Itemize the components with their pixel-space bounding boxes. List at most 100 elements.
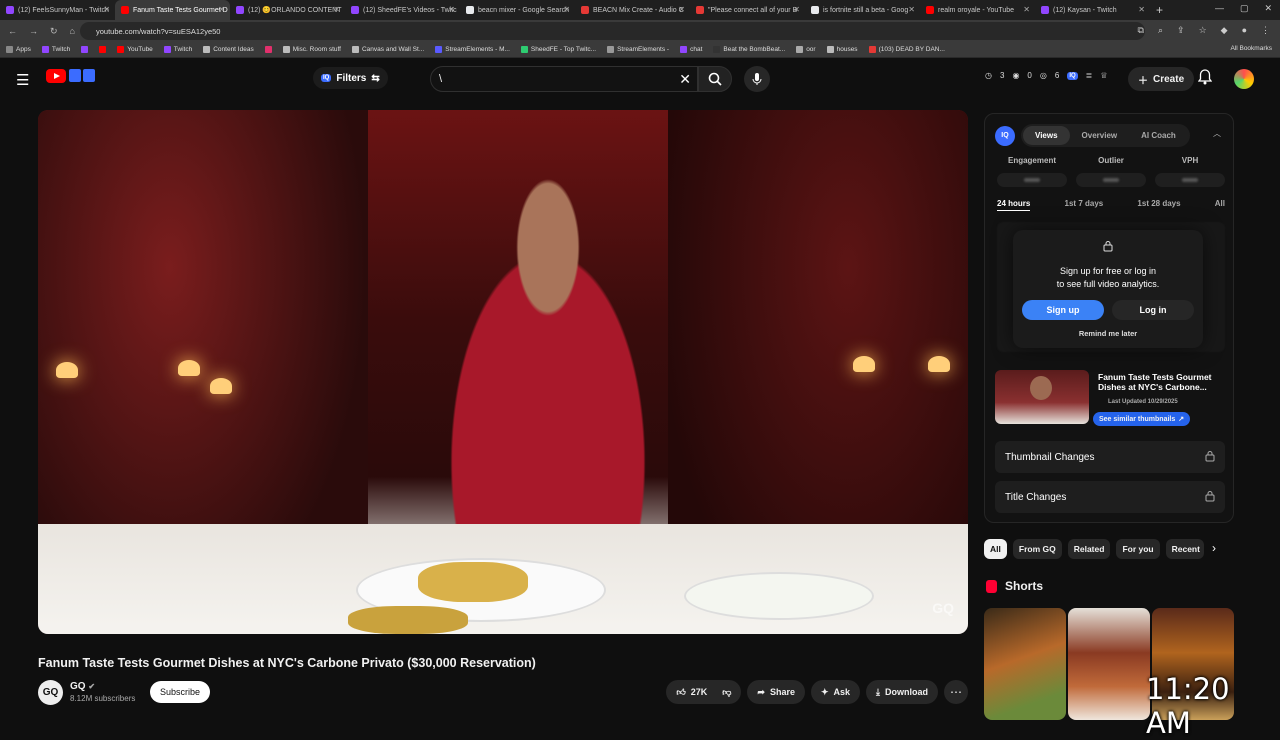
notifications-bell-icon[interactable] (1197, 69, 1213, 88)
bookmark-item[interactable]: Twitch (41, 46, 70, 53)
filters-button[interactable]: IQ Filters ⇆ (313, 67, 388, 89)
all-bookmarks-button[interactable]: All Bookmarks (1230, 45, 1272, 52)
chip-related[interactable]: Related (1067, 539, 1111, 559)
bookmark-item[interactable]: Twitch (163, 46, 192, 53)
download-button[interactable]: ⤓ Download (866, 680, 938, 704)
bookmark-item[interactable]: houses (826, 46, 858, 53)
range-24-hours[interactable]: 24 hours (997, 199, 1031, 211)
thumbnail-changes-row[interactable]: Thumbnail Changes (995, 441, 1225, 473)
browser-tab[interactable]: (12) 😊ORLANDO CONTENT ✕ (230, 0, 345, 20)
hand-icon[interactable] (83, 69, 95, 82)
more-actions-button[interactable]: ⋯ (944, 680, 968, 704)
tab-overview[interactable]: Overview (1070, 126, 1130, 145)
maximize-icon[interactable]: ▢ (1240, 3, 1249, 14)
profile-icon[interactable]: ● (1242, 25, 1247, 36)
bookmark-item[interactable]: StreamElements - (607, 46, 669, 53)
like-button[interactable]: 👍︎ 27K 👎︎ (666, 680, 742, 704)
close-tab-icon[interactable]: ✕ (1138, 5, 1145, 14)
bookmark-item[interactable]: Content Ideas (203, 46, 254, 53)
chip-all[interactable]: All (984, 539, 1007, 559)
range-7-days[interactable]: 1st 7 days (1065, 199, 1104, 211)
bookmark-item[interactable]: Beat the BombBeat... (713, 46, 785, 53)
channel-avatar[interactable]: GQ (38, 680, 63, 705)
tab-views[interactable]: Views (1023, 126, 1070, 145)
close-window-icon[interactable]: ✕ (1264, 3, 1272, 14)
close-tab-icon[interactable]: ✕ (103, 5, 110, 14)
extension-stats[interactable]: ◷ 3 ◉ 0 ◎ 6 IQ ≣ ♕ (985, 71, 1108, 80)
collapse-chevron-icon[interactable]: ︿ (1213, 128, 1221, 139)
close-tab-icon[interactable]: ✕ (448, 5, 455, 14)
short-thumbnail[interactable] (984, 608, 1066, 720)
extension-icon[interactable]: ◆ (1221, 25, 1228, 36)
bookmark-item[interactable]: Apps (6, 46, 31, 53)
zoom-icon[interactable]: ⌕ (1158, 25, 1163, 36)
remind-later-link[interactable]: Remind me later (1013, 329, 1203, 338)
ask-button[interactable]: ✦ Ask (810, 680, 861, 704)
browser-tab[interactable]: realm oroyale - YouTube ✕ (920, 0, 1035, 20)
browser-tab[interactable]: (12) FeelsSunnyMan - Twitch ✕ (0, 0, 115, 20)
home-icon[interactable]: ⌂ (70, 26, 75, 36)
close-tab-icon[interactable]: ✕ (218, 5, 225, 14)
browser-tab[interactable]: BEACN Mix Create - Audio C ✕ (575, 0, 690, 20)
bookmark-item[interactable] (99, 46, 107, 53)
browser-tab[interactable]: (12) SheedFE's Videos - Twitc ✕ (345, 0, 460, 20)
browser-tab[interactable]: "Please connect all of your B ✕ (690, 0, 805, 20)
clear-search-icon[interactable]: ✕ (679, 71, 691, 88)
create-button[interactable]: ＋ Create (1128, 67, 1195, 91)
bookmark-item[interactable]: (103) DEAD BY DAN... (868, 46, 945, 53)
url-field[interactable]: youtube.com/watch?v=suESA12ye50 (80, 22, 1145, 40)
range-28-days[interactable]: 1st 28 days (1137, 199, 1180, 211)
bookmark-item[interactable]: YouTube (117, 46, 153, 53)
star-icon[interactable]: ☆ (1199, 25, 1207, 36)
browser-tab[interactable]: Fanum Taste Tests Gourmet D ✕ (115, 0, 230, 20)
list-icon[interactable]: ≣ (1086, 71, 1093, 80)
iq-icon[interactable]: IQ (1067, 71, 1078, 80)
back-icon[interactable]: ← (8, 26, 17, 36)
share-icon[interactable]: ⇪ (1177, 25, 1185, 36)
search-button[interactable] (698, 66, 732, 92)
chip-recent[interactable]: Recent (1165, 539, 1204, 559)
browser-tab[interactable]: beacn mixer - Google Search ✕ (460, 0, 575, 20)
subscribe-button[interactable]: Subscribe (150, 681, 211, 703)
forward-icon[interactable]: → (29, 26, 38, 36)
minimize-icon[interactable]: — (1215, 3, 1224, 14)
sign-up-button[interactable]: Sign up (1022, 300, 1104, 320)
voice-search-button[interactable] (744, 66, 770, 92)
title-changes-row[interactable]: Title Changes (995, 481, 1225, 513)
bookmark-item[interactable]: SheedFE - Top Twitc... (520, 46, 596, 53)
channel-name[interactable]: GQ ✔ (70, 681, 95, 692)
reload-icon[interactable]: ↻ (50, 26, 58, 37)
log-in-button[interactable]: Log in (1112, 300, 1194, 320)
chevron-right-icon[interactable]: › (1212, 541, 1216, 555)
close-tab-icon[interactable]: ✕ (563, 5, 570, 14)
bookmark-item[interactable]: Canvas and Wall St... (351, 46, 424, 53)
install-icon[interactable]: ⧉ (1138, 25, 1144, 36)
user-avatar[interactable] (1234, 69, 1254, 89)
vidiq-icon[interactable] (69, 69, 81, 82)
chip-from-gq[interactable]: From GQ (1012, 539, 1062, 559)
dislike-icon[interactable]: 👎︎ (722, 687, 731, 698)
bookmark-item[interactable]: Misc. Room stuff (282, 46, 341, 53)
tab-ai-coach[interactable]: AI Coach (1129, 126, 1188, 145)
new-tab-icon[interactable]: + (1156, 3, 1163, 17)
video-player[interactable]: GQ (38, 110, 968, 634)
close-tab-icon[interactable]: ✕ (793, 5, 800, 14)
bookmark-item[interactable]: chat (680, 46, 702, 53)
share-button[interactable]: ➦ Share (747, 680, 805, 704)
bookmark-item[interactable] (264, 46, 272, 53)
chip-for-you[interactable]: For you (1116, 539, 1160, 559)
video-thumbnail[interactable] (995, 370, 1089, 424)
bookmark-item[interactable] (81, 46, 89, 53)
hamburger-menu-icon[interactable]: ☰ (16, 71, 29, 89)
bookmark-item[interactable]: oor (796, 46, 816, 53)
close-tab-icon[interactable]: ✕ (908, 5, 915, 14)
see-similar-thumbnails-button[interactable]: See similar thumbnails ↗ (1093, 412, 1191, 426)
menu-icon[interactable]: ⋮ (1261, 25, 1270, 36)
search-input[interactable]: \ ✕ (430, 66, 698, 92)
close-tab-icon[interactable]: ✕ (678, 5, 685, 14)
range-all[interactable]: All (1215, 199, 1225, 211)
bookmark-item[interactable]: StreamElements - M... (435, 46, 510, 53)
browser-tab[interactable]: is fortnite still a beta - Goog ✕ (805, 0, 920, 20)
short-thumbnail[interactable] (1068, 608, 1150, 720)
trophy-icon[interactable]: ♕ (1100, 71, 1107, 80)
